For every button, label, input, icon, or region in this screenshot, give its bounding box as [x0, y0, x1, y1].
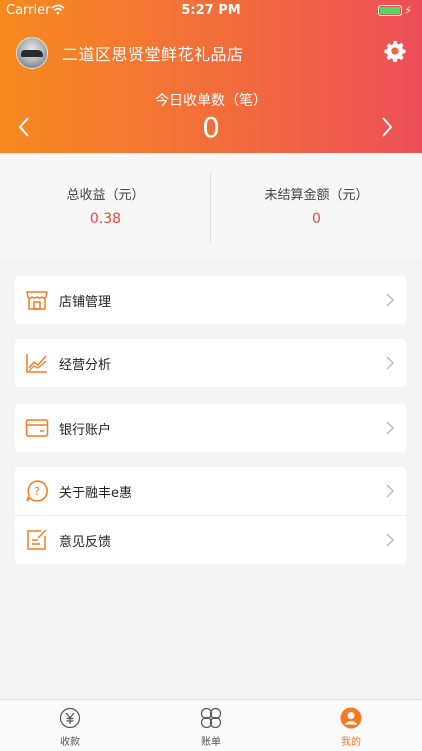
tab-label-collect: 收款	[60, 737, 80, 748]
menu-card-info: ? 关于融丰e惠 意见反馈	[15, 467, 406, 564]
unsettled-amount-label: 未结算金额（元）	[264, 188, 369, 203]
tab-bills[interactable]: 账单	[141, 700, 281, 751]
bank-card-icon	[25, 419, 49, 437]
total-earnings: 总收益（元） 0.38	[0, 153, 211, 259]
tab-label-bills: 账单	[201, 737, 221, 748]
today-orders-label: 今日收单数（笔）	[155, 93, 267, 109]
avatar[interactable]	[16, 37, 48, 69]
chevron-right-icon	[386, 356, 394, 370]
menu-item-store-management[interactable]: 店铺管理	[15, 276, 406, 324]
menu-item-bank-account[interactable]: 银行账户	[15, 404, 406, 452]
chevron-right-icon	[386, 293, 394, 307]
menu-label-about: 关于融丰e惠	[59, 486, 132, 501]
user-icon	[340, 707, 362, 729]
tab-collect[interactable]: 收款	[0, 700, 140, 751]
chevron-right-icon[interactable]	[380, 116, 394, 138]
earnings-summary: 总收益（元） 0.38 未结算金额（元） 0	[0, 153, 422, 259]
total-earnings-label: 总收益（元）	[66, 188, 145, 203]
menu-item-about[interactable]: ? 关于融丰e惠	[15, 467, 406, 515]
menu-item-business-analysis[interactable]: 经营分析	[15, 339, 406, 387]
edit-icon	[27, 529, 47, 550]
store-name: 二道区思贤堂鲜花礼品店	[62, 45, 244, 64]
header: Carrier 5:27 PM ⚡ 二道区思贤堂鲜花礼品店 今日收单数（笔） 0	[0, 0, 422, 153]
gear-icon[interactable]	[384, 40, 406, 62]
menu-item-feedback[interactable]: 意见反馈	[15, 515, 406, 564]
chevron-right-icon	[386, 421, 394, 435]
menu-label-feedback: 意见反馈	[59, 535, 112, 550]
chevron-right-icon	[386, 533, 394, 547]
menu-label-store-management: 店铺管理	[59, 295, 112, 310]
question-icon: ?	[26, 480, 48, 502]
store-icon	[26, 291, 48, 310]
unsettled-amount: 未结算金额（元） 0	[211, 153, 422, 259]
total-earnings-value: 0.38	[89, 211, 122, 227]
clover-icon	[200, 707, 222, 729]
chevron-right-icon	[386, 484, 394, 498]
unsettled-amount-value: 0	[312, 211, 321, 227]
yuan-icon	[59, 707, 81, 729]
status-time: 5:27 PM	[181, 3, 241, 18]
status-bar: Carrier 5:27 PM ⚡	[0, 0, 422, 22]
menu-label-business-analysis: 经营分析	[59, 358, 112, 373]
battery-icon: ⚡	[378, 4, 412, 17]
chart-icon	[26, 354, 47, 373]
tab-mine[interactable]: 我的	[281, 700, 421, 751]
menu-card-analysis: 经营分析	[15, 339, 406, 387]
chevron-left-icon[interactable]	[17, 116, 31, 138]
today-orders-value: 0	[202, 111, 220, 144]
svg-text:?: ?	[34, 485, 40, 498]
menu-card-store: 店铺管理	[15, 276, 406, 324]
tab-label-mine: 我的	[341, 737, 361, 748]
menu-card-bank: 银行账户	[15, 404, 406, 452]
tab-bar: 收款 账单 我的	[0, 699, 422, 751]
menu-label-bank-account: 银行账户	[59, 423, 112, 438]
